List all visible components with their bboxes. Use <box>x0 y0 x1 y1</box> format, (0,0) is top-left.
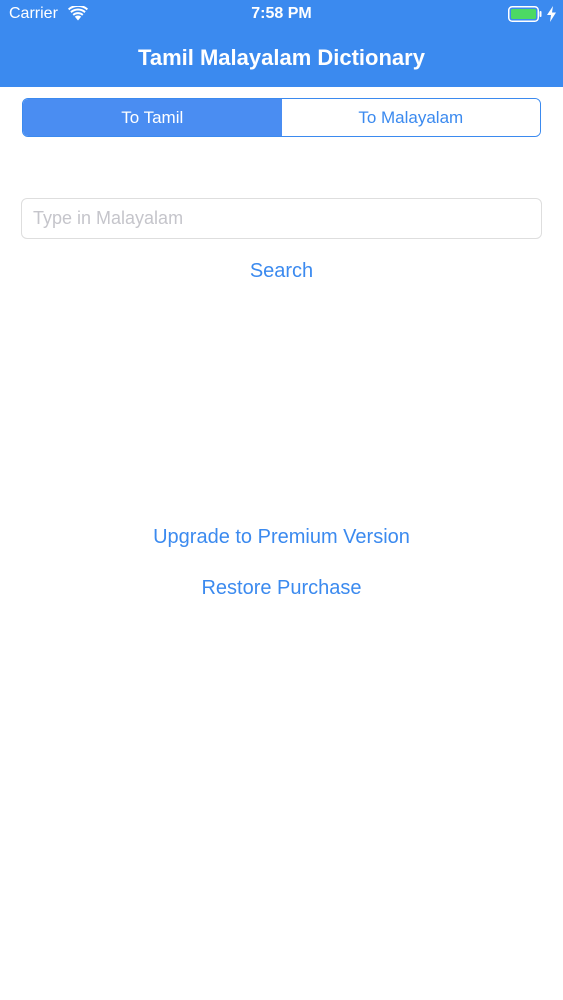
upgrade-premium-button[interactable]: Upgrade to Premium Version <box>0 525 563 549</box>
status-time: 7:58 PM <box>251 5 312 22</box>
charging-bolt-icon <box>547 6 556 22</box>
status-bar: Carrier 7:58 PM <box>0 0 563 30</box>
segment-to-malayalam[interactable]: To Malayalam <box>281 99 540 136</box>
segment-to-tamil[interactable]: To Tamil <box>23 99 282 136</box>
page-title: Tamil Malayalam Dictionary <box>138 45 425 70</box>
navigation-bar: Carrier 7:58 PM Tamil Malayalam Dictiona… <box>0 0 563 87</box>
search-input[interactable] <box>21 198 542 239</box>
translation-direction-control: To Tamil To Malayalam <box>22 98 541 137</box>
restore-purchase-button[interactable]: Restore Purchase <box>0 576 563 600</box>
search-button[interactable]: Search <box>0 259 563 283</box>
battery-icon <box>508 6 542 22</box>
app-screen: Carrier 7:58 PM Tamil Malayalam Dictiona… <box>0 0 563 1000</box>
